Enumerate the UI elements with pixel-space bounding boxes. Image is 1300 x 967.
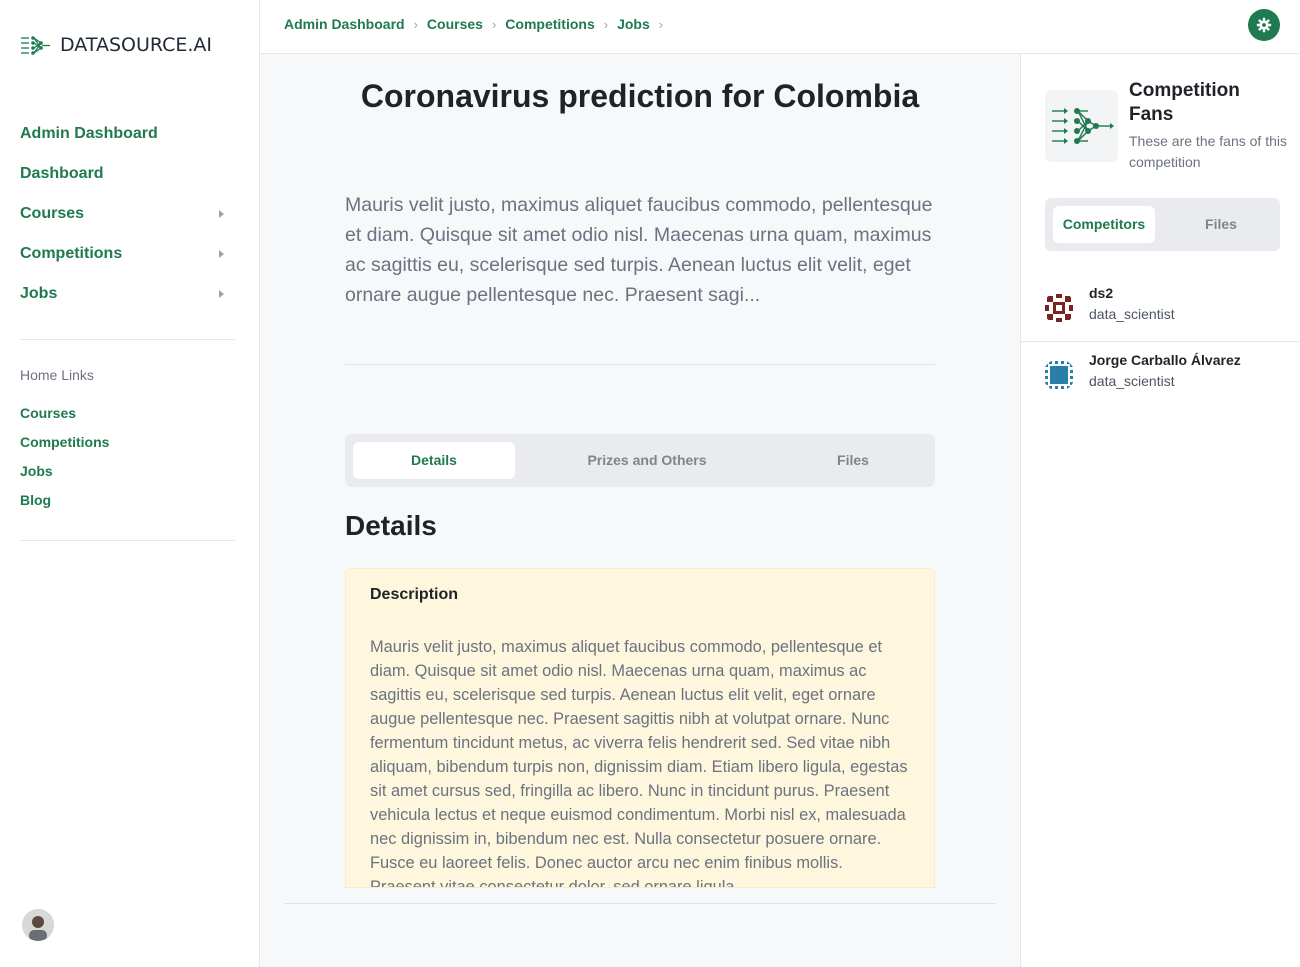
home-links-title: Home Links	[20, 367, 94, 383]
nav-item-dashboard[interactable]: Dashboard	[20, 154, 235, 194]
nav-item-label: Competitions	[20, 245, 123, 262]
chevron-right-icon: ›	[491, 16, 497, 32]
identicon-icon	[1043, 359, 1075, 391]
breadcrumb-competitions[interactable]: Competitions	[505, 16, 594, 32]
nav-item-label: Courses	[20, 205, 85, 222]
nav-item-competitions[interactable]: Competitions	[20, 234, 235, 274]
main-content: Coronavirus prediction for Colombia Maur…	[260, 54, 1020, 967]
section-heading: Details	[345, 510, 437, 541]
fan-avatar	[1043, 292, 1075, 324]
chevron-right-icon: ›	[413, 16, 418, 32]
fans-panel-icon	[1045, 90, 1118, 162]
content-divider	[284, 903, 996, 904]
nav-item-jobs[interactable]: Jobs	[20, 274, 235, 314]
description-card: Description Mauris velit justo, maximus …	[345, 568, 935, 888]
user-photo-icon	[22, 909, 54, 941]
fan-list-item[interactable]: Jorge Carballo Álvarez data_scientist	[1021, 342, 1300, 409]
nav-item-admin-dashboard[interactable]: Admin Dashboard	[20, 114, 235, 154]
tab-competitors[interactable]: Competitors	[1053, 206, 1155, 243]
home-link-competitions[interactable]: Competitions	[20, 432, 109, 461]
topbar: Admin Dashboard › Courses › Competitions…	[260, 0, 1300, 54]
fans-panel-title: Competition Fans	[1129, 80, 1240, 125]
home-link-courses[interactable]: Courses	[20, 403, 109, 432]
caret-right-icon	[219, 250, 224, 258]
tab-details[interactable]: Details	[353, 442, 515, 479]
fan-role: data_scientist	[1089, 373, 1175, 389]
description-body: Mauris velit justo, maximus aliquet fauc…	[370, 638, 908, 888]
logo-text: DATASOURCE.AI	[60, 34, 213, 56]
description-title: Description	[370, 586, 459, 603]
competition-tabs: Details Prizes and Others Files	[345, 434, 935, 487]
fan-list-item[interactable]: ds2 data_scientist	[1021, 275, 1300, 342]
sidebar: DATASOURCE.AI Admin Dashboard Dashboard …	[0, 0, 260, 967]
chevron-right-icon: ›	[603, 16, 609, 32]
competition-intro: Mauris velit justo, maximus aliquet fauc…	[345, 194, 933, 306]
tab-prizes-and-others[interactable]: Prizes and Others	[545, 442, 749, 479]
tab-files[interactable]: Files	[763, 442, 943, 479]
nav-item-courses[interactable]: Courses	[20, 194, 235, 234]
fan-name: ds2	[1089, 285, 1114, 301]
page-title: Coronavirus prediction for Colombia	[360, 78, 920, 114]
chevron-right-icon: ›	[658, 16, 664, 32]
breadcrumb-courses[interactable]: Courses	[427, 16, 483, 32]
breadcrumb-jobs[interactable]: Jobs	[617, 16, 650, 32]
breadcrumb: Admin Dashboard › Courses › Competitions…	[284, 16, 672, 32]
home-links: Courses Competitions Jobs Blog	[20, 403, 109, 519]
fans-panel-subtitle: These are the fans of this competition	[1129, 133, 1287, 170]
fans-panel: Competition Fans These are the fans of t…	[1020, 54, 1300, 967]
main-nav: Admin Dashboard Dashboard Courses Compet…	[20, 114, 235, 314]
logo[interactable]: DATASOURCE.AI	[20, 30, 212, 60]
sidebar-divider	[20, 540, 235, 541]
user-avatar[interactable]	[22, 909, 54, 941]
neural-network-icon	[1051, 108, 1114, 144]
intro-divider	[345, 364, 935, 365]
home-link-jobs[interactable]: Jobs	[20, 461, 109, 490]
home-link-blog[interactable]: Blog	[20, 490, 109, 519]
fan-name: Jorge Carballo Álvarez	[1089, 352, 1241, 368]
fan-role: data_scientist	[1089, 306, 1175, 322]
sidebar-divider	[20, 339, 235, 340]
nav-item-label: Admin Dashboard	[20, 125, 158, 142]
gear-icon	[1256, 17, 1272, 33]
breadcrumb-admin-dashboard[interactable]: Admin Dashboard	[284, 16, 405, 32]
tab-fan-files[interactable]: Files	[1171, 206, 1271, 243]
fan-avatar	[1043, 359, 1075, 391]
nav-item-label: Jobs	[20, 285, 58, 302]
caret-right-icon	[219, 290, 224, 298]
logo-network-icon	[21, 36, 50, 55]
caret-right-icon	[219, 210, 224, 218]
fans-tabs: Competitors Files	[1045, 198, 1280, 251]
nav-item-label: Dashboard	[20, 165, 104, 182]
settings-button[interactable]	[1248, 9, 1280, 41]
identicon-icon	[1043, 292, 1075, 324]
